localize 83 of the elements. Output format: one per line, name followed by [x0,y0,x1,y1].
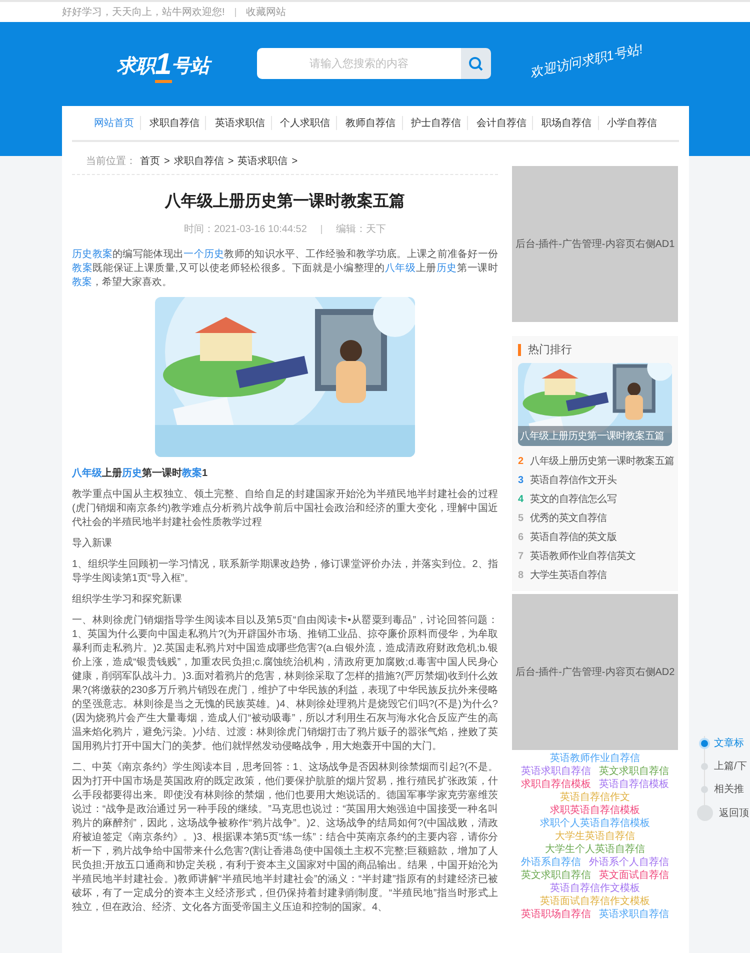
tag-link[interactable]: 外语系自荐信 [521,856,581,869]
breadcrumb-separator: > [292,156,298,166]
ranking-link[interactable]: 大学生英语自荐信 [530,569,607,582]
tag-link[interactable]: 英语面试自荐信作文模板 [540,895,650,908]
search-icon [468,56,484,72]
side-nav-link[interactable]: 文章标 [714,736,744,750]
breadcrumb-link[interactable]: 求职自荐信 [174,154,224,168]
tag-link[interactable]: 英文求职自荐信 [599,765,669,778]
image-caption[interactable]: 八年级上册历史第一课时教案五篇 [518,426,672,446]
tag-link[interactable]: 英语职场自荐信 [521,908,591,921]
article-link[interactable]: 一个历史 [184,249,224,260]
nav-link[interactable]: 小学自荐信 [601,116,663,130]
tag-link[interactable]: 英语自荐信作文 [560,791,630,804]
site-logo[interactable]: 求职1号站 [117,50,257,82]
nav-link[interactable]: 英语求职信 [208,116,272,130]
tag-link[interactable]: 求职个人英语自荐信模板 [540,817,650,830]
tag-link[interactable]: 英文面试自荐信 [599,869,669,882]
publish-time: 时间：2021-03-16 10:44:52 [184,222,307,236]
tag-link[interactable]: 大学生英语自荐信 [555,830,635,843]
breadcrumb-label: 当前位置： [86,154,136,168]
welcome-text: 欢迎访问求职1号站! [528,40,644,82]
nav-link[interactable]: 个人求职信 [274,116,338,130]
panel-title: 热门排行 [518,344,672,356]
nav-link[interactable]: 会计自荐信 [470,116,534,130]
tag-link[interactable]: 求职英语自荐信模板 [550,804,640,817]
rank-number: 7 [518,550,524,563]
nav-link[interactable]: 求职自荐信 [143,116,206,130]
slogan-text: 好好学习，天天向上，站牛网欢迎您! [62,6,225,19]
tag-link[interactable]: 英语求职自荐信 [521,765,591,778]
article-link[interactable]: 教案 [182,468,202,479]
article-link[interactable]: 历史 [436,263,458,274]
tag-link[interactable]: 英语自荐信作文模板 [550,882,640,895]
ranking-link[interactable]: 八年级上册历史第一课时教案五篇 [530,455,674,468]
rank-number: 6 [518,531,524,544]
breadcrumb-link[interactable]: 首页 [140,154,160,168]
article-paragraph: 二、中英《南京条约》学生阅读本目，思考回答：1、这场战争是否因林则徐禁烟而引起?(不是。因为打开中国市场是英国政府的既定政策，他们要保护肮脏的烟片贸易，推行殖民扩张政策，什么手段都要得出来。即使没有林则徐的禁烟，他们也要用大炮说话的。德国军事学家克劳塞维茨说过：“战争是政治通过另一种手段的继续。”马克思也说过：“英国用大炮强迫中国接受一种名叫鸦片的麻醉剂”，因此，这场战争被称作“鸦片战争”。)2、这场战争的结局如何?(中国战败，清政府被迫签定《南京条约》。)3、根据课本第5页“练一练”：结合中英南京条约的主要内容，请你分析一下，鸦片战争给中国带来什么危害?(割让香港岛使中国领土主权不完整;巨额赔款，增加了人民负担;开放五口通商和协定关税，有利于资本主义国家对中国的商品输出。结果，中国开始沦为半殖民地半封建社会。)教师讲解“半殖民地半封建社会”的涵义：“半封建”指原有的封建经济已被破坏，有了一定成分的资本主义经济形式，但仍保持着封建剥削制度。“半殖民地”指当时形式上独立，但在政治、经济、文化各方面受帝国主义压迫和控制的国家。4、 [72,761,498,915]
ad-placeholder[interactable]: 后台-插件-广告管理-内容页右侧AD2 [512,594,678,750]
rank-number: 8 [518,569,524,582]
side-nav-link[interactable]: 返回顶 [719,806,749,820]
ranking-link[interactable]: 英语教师作业自荐信英文 [530,550,636,563]
article-title: 八年级上册历史第一课时教案五篇 [164,191,406,212]
tag-link[interactable]: 英语求职自荐信 [599,908,669,921]
nav-link[interactable]: 职场自荐信 [536,116,599,130]
tag-link[interactable]: 英语教师作业自荐信 [550,752,640,765]
article-link[interactable]: 八年级 [384,263,416,274]
tag-link[interactable]: 英文求职自荐信 [521,869,591,882]
article-link[interactable]: 八年级 [72,468,102,479]
article-paragraph: 导入新课 [72,537,113,551]
nav-link[interactable]: 护士自荐信 [404,116,468,130]
article-paragraph: 组织学生学习和探究新课 [72,593,183,607]
rank-number: 3 [518,474,524,487]
article-link[interactable]: 历史 [122,468,142,479]
rank-number: 2 [518,455,524,468]
ad-placeholder[interactable]: 后台-插件-广告管理-内容页右侧AD1 [512,166,678,322]
breadcrumb-separator: > [164,156,170,166]
ranking-link[interactable]: 优秀的英文自荐信 [530,512,607,525]
article-link[interactable]: 教案 [72,263,93,274]
article-link[interactable]: 教案 [72,277,92,288]
tag-link[interactable]: 大学生个人英语自荐信 [545,843,645,856]
side-nav-link[interactable]: 相关推 [714,782,744,796]
rank-number: 4 [518,493,524,506]
rank-number: 5 [518,512,524,525]
search-field[interactable]: 请输入您搜索的内容 [257,48,461,79]
intro-paragraph: 历史教案的编写能体现出一个历史教师的知识水平、工作经验和教学功底。上课之前准备好一份 教案既能保证上课质量,又可以使老师轻松很多。下面就是小编整理的八年级上册历史第一课时 教案，希望大家喜欢。 [72,248,498,290]
editor-text: 编辑：天下 [336,222,386,236]
breadcrumb-separator: > [228,156,234,166]
ranking-link[interactable]: 英语自荐信作文开头 [530,474,616,487]
article-link[interactable]: 历史教案 [72,249,113,260]
tag-link[interactable]: 求职自荐信模板 [521,778,591,791]
search-button[interactable] [461,48,491,79]
article-paragraph: 1、组织学生回顾初一学习情况，联系新学期课改趋势，修订课堂评价办法，并落实到位。2、指导学生阅读第1页“导入框”。 [72,558,498,586]
article-paragraph: 一、林则徐虎门销烟指导学生阅读本目以及第5页“自由阅读卡•从罂粟到毒品”，讨论回答问题：1、英国为什么要向中国走私鸦片?(为开辟国外市场、推销工业品、掠夺廉价原料而侵华，为牟取暴利而走私鸦片。)2.英国走私鸦片对中国造成哪些危害?(a.白银外流，造成清政府财政危机;b.银价上涨，造成“银贵钱贱”，加重农民负担;c.腐蚀统治机构，清政府更加腐败;d.毒害中国人民身心健康，削弱军队战斗力。)3.面对着鸦片的危害，林则徐采取了怎样的措施?(严厉禁烟)收到什么效果?(将缴获的230多万斤鸦片销毁在虎门，维护了中华民族的利益，表现了中华民族反抗外来侵略的坚强意志。林则徐是当之无愧的民族英雄。)4、林则徐处理鸦片是烧毁它们吗?(不是)为什么?(因为烧鸦片会产生大量毒烟，造成人们“被动吸毒”，所以才利用生石灰与海水化合反应产生的高温来焰化鸦片，避免污染。)小结、过渡：林则徐虎门销烟打击了鸦片贩子的嚣张气焰，挫败了英国用鸦片打开中国大门的美梦。他们就悍然发动侵略战争，用大炮轰开中国的大门。 [72,614,498,754]
bookmark-link[interactable]: 收藏网站 [246,5,286,19]
article-paragraph: 教学重点中国从主权独立、领土完整、自给自足的封建国家开始沦为半殖民地半封建社会的过程(虎门销烟和南京条约)教学难点分析鸦片战争前后中国社会政治和经济的重大变化，理解中国近代社会的半殖民地半封建社会性质教学过程 [72,488,498,530]
nav-link[interactable]: 教师自荐信 [340,116,402,130]
side-nav-link[interactable]: 上篇/下 [714,759,747,773]
ranking-link[interactable]: 英语自荐信的英文版 [530,531,616,544]
tag-link[interactable]: 英语自荐信模板 [599,778,669,791]
breadcrumb-link[interactable]: 英语求职信 [238,154,288,168]
tag-link[interactable]: 外语系个人自荐信 [589,856,669,869]
ranking-link[interactable]: 英文的自荐信怎么写 [530,493,616,506]
nav-link[interactable]: 网站首页 [88,116,141,130]
section-heading: 八年级上册历史第一课时教案1 [72,467,209,481]
